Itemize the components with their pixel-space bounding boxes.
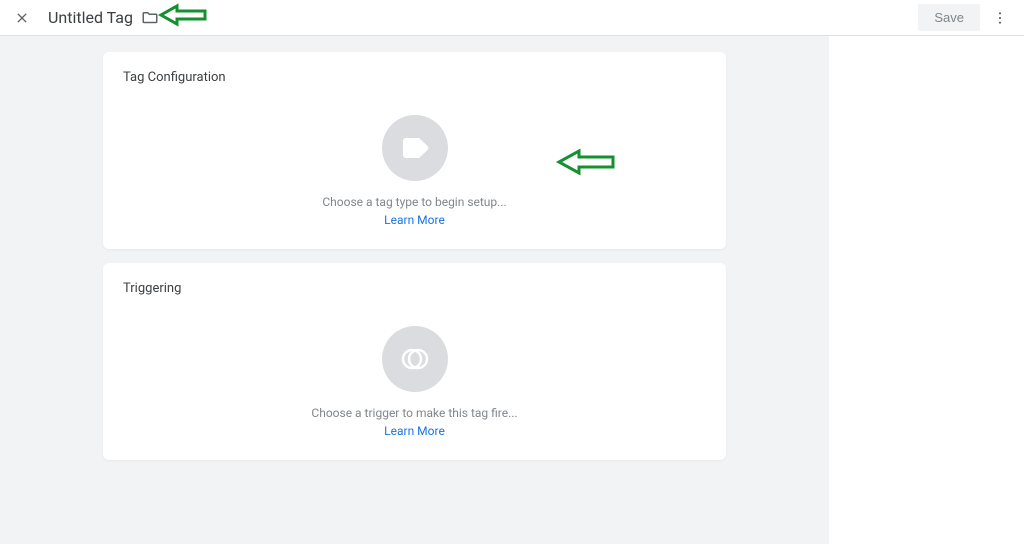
tag-configuration-body: Choose a tag type to begin setup... Lear…	[123, 109, 706, 229]
folder-icon[interactable]	[141, 9, 159, 27]
page-title[interactable]: Untitled Tag	[48, 8, 133, 27]
triggering-card[interactable]: Triggering Choose a trigger to make this…	[103, 263, 726, 460]
tag-icon	[401, 137, 429, 159]
close-button[interactable]	[12, 8, 32, 28]
triggering-title: Triggering	[123, 281, 706, 296]
more-options-button[interactable]	[988, 6, 1012, 30]
tag-configuration-title: Tag Configuration	[123, 70, 706, 85]
triggering-hint: Choose a trigger to make this tag fire..…	[311, 406, 517, 420]
trigger-icon	[400, 344, 430, 374]
header-bar: Untitled Tag Save	[0, 0, 1024, 36]
tag-configuration-hint: Choose a tag type to begin setup...	[322, 195, 506, 209]
save-button[interactable]: Save	[918, 4, 980, 31]
content-area: Tag Configuration Choose a tag type to b…	[0, 36, 829, 544]
more-vertical-icon	[992, 10, 1008, 26]
tag-configuration-learn-more-link[interactable]: Learn More	[384, 213, 445, 227]
close-icon	[14, 10, 30, 26]
trigger-placeholder-icon	[382, 326, 448, 392]
tag-type-placeholder-icon	[382, 115, 448, 181]
triggering-learn-more-link[interactable]: Learn More	[384, 424, 445, 438]
tag-configuration-card[interactable]: Tag Configuration Choose a tag type to b…	[103, 52, 726, 249]
triggering-body: Choose a trigger to make this tag fire..…	[123, 320, 706, 440]
